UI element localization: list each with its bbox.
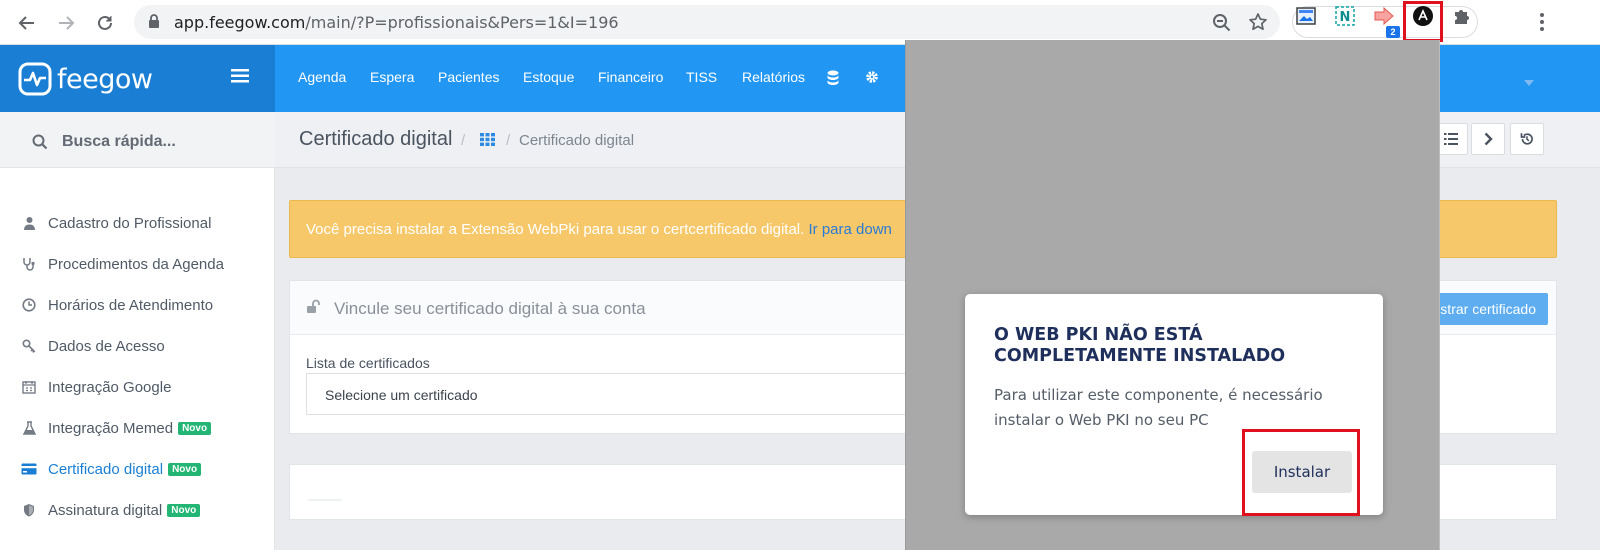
nav-financeiro[interactable]: Financeiro [598, 69, 663, 85]
back-button[interactable] [12, 8, 42, 38]
breadcrumb-separator: / [461, 132, 466, 149]
list-icon [1444, 133, 1458, 145]
sidebar-item-label: Certificado digital [48, 460, 164, 478]
sidebar-item-label: Assinatura digital [48, 501, 163, 519]
lock-icon [148, 14, 160, 34]
dialog-title: O WEB PKI NÃO ESTÁ COMPLETAMENTE INSTALA… [994, 325, 1286, 366]
sidebar-item-assinatura[interactable]: Assinatura digital Novo [20, 499, 201, 521]
panel-title: Vincule seu certificado digital à sua co… [334, 299, 646, 318]
brand-name: feegow [57, 63, 153, 95]
sidebar-item-label: Integração Google [48, 378, 172, 396]
placeholder-line [308, 499, 342, 501]
nav-espera[interactable]: Espera [370, 69, 414, 85]
new-badge: Novo [178, 421, 212, 435]
gear-icon[interactable] [865, 70, 879, 87]
unlock-icon [306, 299, 321, 319]
flask-icon [20, 421, 38, 435]
n-extension-letter: N [1340, 10, 1351, 25]
key-icon [20, 339, 38, 353]
sidebar-item-certificado[interactable]: Certificado digital Novo [20, 458, 202, 480]
url-path: /main/?P=profissionais&Pers=1&I=196 [305, 13, 619, 32]
sidebar-item-memed[interactable]: Integração Memed Novo [20, 417, 212, 439]
search-icon [32, 134, 48, 155]
zoom-out-icon[interactable] [1212, 13, 1232, 38]
install-dialog: O WEB PKI NÃO ESTÁ COMPLETAMENTE INSTALA… [965, 294, 1383, 516]
nav-relatorios[interactable]: Relatórios [742, 69, 805, 85]
next-button[interactable] [1471, 123, 1505, 155]
database-icon[interactable] [827, 70, 839, 88]
alert-text: Você precisa instalar a Extensão WebPki … [306, 221, 805, 238]
hamburger-menu-icon[interactable] [231, 69, 249, 88]
shield-icon [20, 503, 38, 517]
pulse-logo-icon [18, 62, 52, 96]
webpki-extension-popup: O WEB PKI NÃO ESTÁ COMPLETAMENTE INSTALA… [905, 40, 1440, 550]
sidebar-item-horarios[interactable]: Horários de Atendimento [20, 294, 213, 316]
credit-card-icon [20, 463, 38, 475]
breadcrumb-separator: / [506, 132, 511, 149]
history-icon [1520, 133, 1533, 145]
sidebar-item-procedimentos[interactable]: Procedimentos da Agenda [20, 253, 224, 275]
reload-icon [98, 15, 112, 30]
chevron-down-icon[interactable] [1524, 73, 1534, 91]
history-button[interactable] [1510, 123, 1544, 155]
browser-toolbar: app.feegow.com/main/?P=profissionais&Per… [0, 0, 1600, 45]
image-extension-icon[interactable] [1295, 5, 1317, 27]
arrow-extension-icon[interactable] [1373, 5, 1395, 27]
calendar-icon [20, 380, 38, 394]
certificate-select[interactable]: Selecione um certificado [306, 373, 926, 415]
new-badge: Novo [168, 462, 202, 476]
sidebar-item-cadastro[interactable]: Cadastro do Profissional [20, 212, 211, 234]
sidebar-item-label: Dados de Acesso [48, 337, 165, 355]
brand-header: feegow [0, 45, 275, 112]
sidebar-item-label: Procedimentos da Agenda [48, 255, 224, 273]
url-text: app.feegow.com/main/?P=profissionais&Per… [174, 13, 619, 32]
nav-tiss[interactable]: TISS [686, 69, 717, 85]
sidebar-item-label: Cadastro do Profissional [48, 214, 212, 232]
stethoscope-icon [20, 257, 38, 271]
certificate-list-label: Lista de certificados [306, 355, 430, 371]
nav-agenda[interactable]: Agenda [298, 69, 346, 85]
page-title: Certificado digital [299, 128, 453, 150]
sidebar-item-label: Horários de Atendimento [48, 296, 214, 314]
quick-search[interactable]: Busca rápida... [0, 112, 275, 168]
dialog-message: Para utilizar este componente, é necessá… [994, 386, 1323, 429]
arrow-right-icon [59, 16, 75, 30]
arrow-left-icon [18, 16, 34, 30]
extension-count-badge: 2 [1386, 26, 1400, 38]
grid-icon[interactable] [480, 133, 495, 151]
browser-menu-icon[interactable] [1530, 10, 1554, 34]
sidebar-item-label: Integração Memed [48, 419, 174, 437]
certificate-select-value: Selecione um certificado [325, 387, 478, 403]
install-highlight-box [1242, 429, 1360, 516]
extension-highlight-box [1403, 1, 1443, 42]
clock-icon [20, 298, 38, 312]
sidebar-item-dados-acesso[interactable]: Dados de Acesso [20, 335, 165, 357]
puzzle-extensions-icon[interactable] [1451, 5, 1473, 27]
breadcrumb-current: Certificado digital [519, 132, 635, 149]
brand-logo[interactable]: feegow [18, 62, 153, 96]
quick-search-placeholder: Busca rápida... [62, 133, 176, 150]
reload-button[interactable] [90, 8, 120, 38]
forward-button[interactable] [51, 8, 81, 38]
address-bar[interactable]: app.feegow.com/main/?P=profissionais&Per… [134, 5, 1280, 39]
new-badge: Novo [167, 503, 201, 517]
alert-message: Você precisa instalar a Extensão WebPki … [306, 221, 892, 238]
bookmark-star-icon[interactable] [1248, 12, 1268, 37]
sidebar-item-google[interactable]: Integração Google [20, 376, 171, 398]
chevron-right-icon [1484, 132, 1493, 146]
url-host: app.feegow.com [174, 13, 306, 32]
nav-pacientes[interactable]: Pacientes [438, 69, 499, 85]
alert-download-link[interactable]: Ir para down [808, 221, 891, 238]
user-icon [20, 216, 38, 230]
n-extension-icon[interactable]: N [1334, 5, 1356, 27]
sidebar: Busca rápida... Cadastro do Profissional… [0, 112, 275, 550]
nav-estoque[interactable]: Estoque [523, 69, 574, 85]
